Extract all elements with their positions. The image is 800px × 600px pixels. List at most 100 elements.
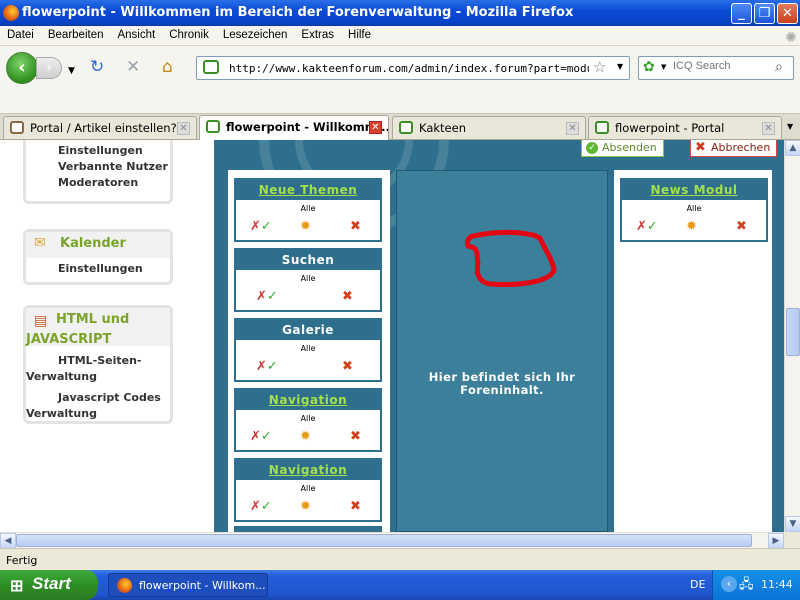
delete-icon[interactable]: ✖ [350,430,361,444]
move-icon[interactable]: ✗✓ [250,500,272,514]
search-magnifier-icon[interactable]: ⌕ [775,59,783,75]
menu-ansicht[interactable]: Ansicht [110,26,162,41]
delete-icon[interactable]: ✖ [350,500,361,514]
clock[interactable]: 11:44 [761,578,793,591]
tab-flowerpoint-willkommen[interactable]: flowerpoint - Willkomm... ✕ [199,115,389,140]
search-bar[interactable]: ✿ ▼ ⌕ [638,56,794,80]
sidebar-item-einstellungen[interactable]: Einstellungen [26,143,170,159]
menu-bearbeiten[interactable]: Bearbeiten [41,26,111,41]
taskbar-item-label: flowerpoint - Willkom... [139,579,266,592]
kalender-title: Kalender [60,236,126,251]
edit-gear-icon[interactable]: ✹ [300,220,311,234]
sidebar-item-html-seiten[interactable]: HTML-Seiten-Verwaltung [26,352,170,387]
kalender-header: ✉ Kalender [26,232,170,258]
module-galerie[interactable]: Galerie Alle ✗✓ ✖ [234,318,382,382]
module-suchen[interactable]: Suchen Alle ✗✓ ✖ [234,248,382,312]
menu-lesezeichen[interactable]: Lesezeichen [216,26,295,41]
red-hand-drawn-annotation [465,229,557,287]
tab-close-icon[interactable]: ✕ [762,122,775,135]
scroll-right-button[interactable]: ▶ [768,533,784,549]
vertical-scrollbar[interactable]: ▲ ▼ [784,140,800,532]
maximize-button[interactable]: ❐ [754,3,775,24]
delete-icon[interactable]: ✖ [350,220,361,234]
stop-icon[interactable]: ✕ [126,58,140,76]
bookmark-star-icon[interactable]: ☆ [593,58,606,76]
url-input[interactable] [229,60,589,76]
portal-favicon-icon [595,121,609,134]
move-icon[interactable]: ✗✓ [250,430,272,444]
module-title[interactable]: News Modul [622,180,766,200]
taskbar-firefox-item[interactable]: flowerpoint - Willkom... [108,573,268,597]
module-visibility: Alle [300,274,316,283]
tray-arrow-icon[interactable]: ‹ [721,576,737,592]
horizontal-scrollbar[interactable]: ◀ ▶ [0,532,784,549]
move-icon[interactable]: ✗✓ [256,360,278,374]
scroll-up-button[interactable]: ▲ [785,140,800,156]
firefox-icon [117,578,132,593]
edit-gear-icon[interactable]: ✹ [300,500,311,514]
scroll-down-button[interactable]: ▼ [785,516,800,532]
menu-datei[interactable]: Datei [0,26,41,41]
network-icon[interactable]: 🖧 [739,575,754,597]
sidebar-panel-kalender: ✉ Kalender Einstellungen [23,229,173,285]
module-neue-themen[interactable]: Neue Themen Alle ✗✓ ✹ ✖ [234,178,382,242]
minimize-button[interactable]: _ [731,3,752,24]
vertical-scroll-thumb[interactable] [786,308,800,356]
scroll-left-button[interactable]: ◀ [0,533,16,549]
start-button[interactable]: ⊞ Start [0,570,98,600]
tab-close-icon[interactable]: ✕ [369,121,382,134]
tab-list-dropdown-icon[interactable]: ▼ [787,122,793,131]
tab-label: flowerpoint - Willkomm... [226,120,389,134]
firefox-logo-icon [3,5,19,21]
check-icon: ✓ [586,142,598,154]
move-icon[interactable]: ✗✓ [256,290,278,304]
forum-content-placeholder: Hier befindet sich Ihr Foreninhalt. [428,370,576,397]
edit-gear-icon[interactable]: ✹ [686,220,697,234]
delete-icon[interactable]: ✖ [736,220,747,234]
reload-icon[interactable]: ↻ [90,58,104,76]
tab-portal-artikel[interactable]: Portal / Artikel einstellen? ✕ [3,116,197,139]
module-title[interactable]: Neue Themen [236,180,380,200]
url-dropdown-icon[interactable]: ▼ [617,62,623,71]
horizontal-scroll-thumb[interactable] [16,534,752,547]
icq-flower-icon[interactable]: ✿ [643,59,655,75]
close-button[interactable]: ✕ [777,3,798,24]
sidebar-item-moderatoren[interactable]: Moderatoren [26,175,170,191]
status-bar: Fertig [0,548,800,570]
absenden-label: Absenden [602,141,657,154]
menu-chronik[interactable]: Chronik [162,26,216,41]
forward-button[interactable]: › [36,57,62,79]
home-icon[interactable]: ⌂ [162,58,173,76]
tab-close-icon[interactable]: ✕ [566,122,579,135]
delete-icon[interactable]: ✖ [342,290,353,304]
move-icon[interactable]: ✗✓ [250,220,272,234]
window-title-bar[interactable]: flowerpoint - Willkommen im Bereich der … [0,0,800,26]
abbrechen-label: Abbrechen [711,141,771,154]
menu-extras[interactable]: Extras [294,26,341,41]
sidebar-item-javascript-codes[interactable]: Javascript Codes Verwaltung [26,389,170,424]
language-indicator[interactable]: DE [690,578,705,591]
module-navigation-1[interactable]: Navigation Alle ✗✓ ✹ ✖ [234,388,382,452]
sidebar-item-kalender-einstellungen[interactable]: Einstellungen [26,258,170,277]
move-icon[interactable]: ✗✓ [636,220,658,234]
sidebar-item-verbannte-nutzer[interactable]: Verbannte Nutzer [26,159,170,175]
module-title[interactable]: Navigation [236,390,380,410]
back-button[interactable]: ‹ [6,52,38,84]
abbrechen-button[interactable]: ✖ Abbrechen [690,140,778,157]
search-input[interactable] [673,60,773,72]
absenden-button[interactable]: ✓ Absenden [581,140,664,157]
delete-icon[interactable]: ✖ [342,360,353,374]
module-navigation-2[interactable]: Navigation Alle ✗✓ ✹ ✖ [234,458,382,522]
tab-close-icon[interactable]: ✕ [177,122,190,135]
document-icon: ▤ [34,313,48,329]
history-dropdown-icon[interactable]: ▼ [68,62,75,80]
url-bar[interactable]: ☆ ▼ [196,56,630,80]
module-news[interactable]: News Modul Alle ✗✓ ✹ ✖ [620,178,768,242]
module-title[interactable]: Navigation [236,460,380,480]
search-engine-dropdown-icon[interactable]: ▼ [661,63,666,71]
edit-gear-icon[interactable]: ✹ [300,430,311,444]
html-header: ▤ HTML und JAVASCRIPT [26,308,170,347]
tab-flowerpoint-portal[interactable]: flowerpoint - Portal ✕ [588,116,782,139]
tab-kakteen[interactable]: Kakteen ✕ [392,116,586,139]
menu-hilfe[interactable]: Hilfe [341,26,378,41]
